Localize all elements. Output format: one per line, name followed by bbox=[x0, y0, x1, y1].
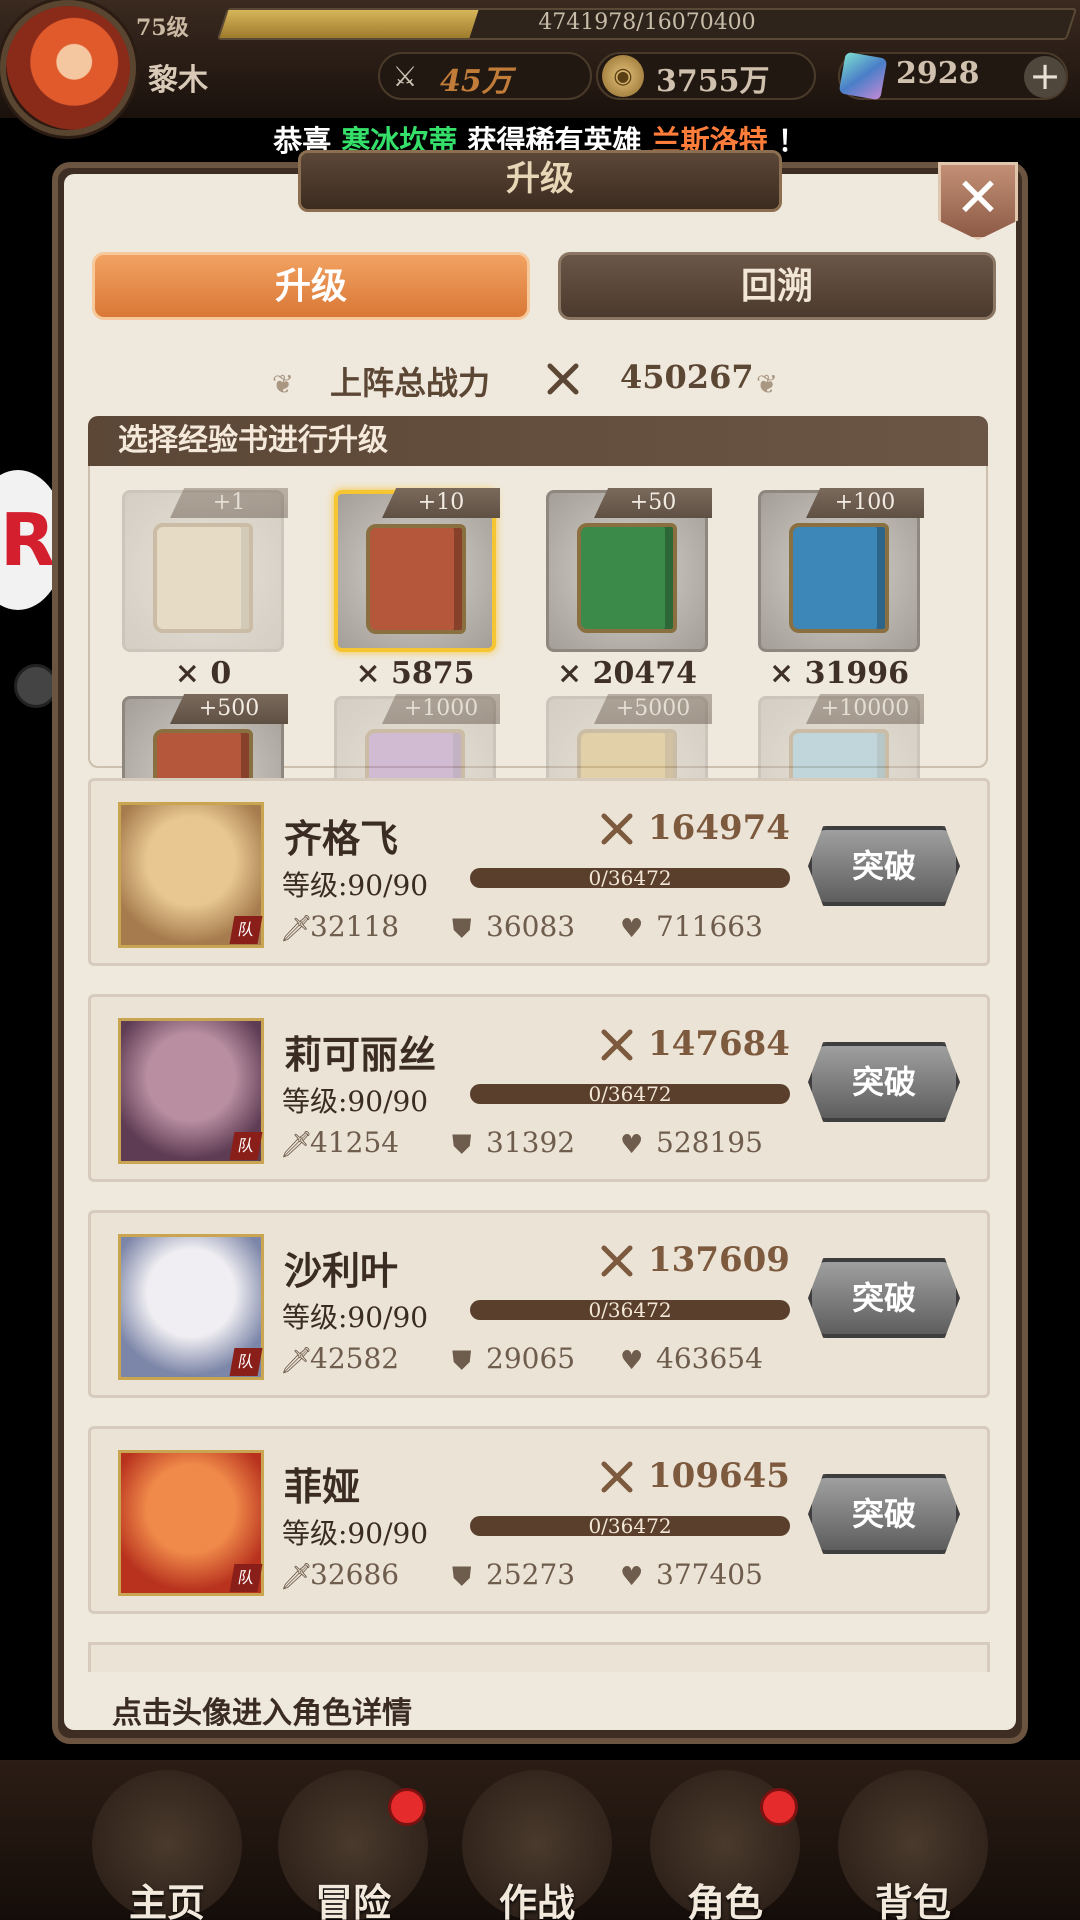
player-name: 黎木 bbox=[148, 63, 208, 98]
ornament-left-icon: ❦ bbox=[272, 370, 294, 400]
player-avatar[interactable] bbox=[0, 0, 136, 136]
sword-icon: 🗡 bbox=[280, 1346, 314, 1376]
team-tag: 队 bbox=[229, 1348, 263, 1376]
shield-icon: ⛊ bbox=[452, 1562, 472, 1592]
book-icon bbox=[789, 523, 889, 633]
crossed-swords-icon bbox=[547, 363, 579, 395]
exp-book-count: × 5875 bbox=[355, 656, 475, 691]
tab-revert[interactable]: 回溯 bbox=[558, 252, 996, 320]
hero-stat-def: 25273 bbox=[486, 1558, 576, 1591]
exp-book-badge: +500 bbox=[170, 694, 288, 724]
exp-book-badge: +100 bbox=[806, 488, 924, 518]
hero-stat-def: 31392 bbox=[486, 1126, 576, 1159]
nav-label: 背包 bbox=[874, 1881, 951, 1920]
exp-book-badge: +50 bbox=[594, 488, 712, 518]
crossed-swords-icon bbox=[601, 1461, 633, 1493]
exp-book-badge: +10 bbox=[382, 488, 500, 518]
break-button[interactable]: 突破 bbox=[808, 1042, 960, 1122]
panel-title: 升级 bbox=[298, 150, 782, 212]
hero-stat-hp: 711663 bbox=[656, 910, 763, 943]
book-icon bbox=[366, 524, 466, 634]
gold-value: 3755万 bbox=[656, 64, 770, 99]
break-button[interactable]: 突破 bbox=[808, 826, 960, 906]
gem-icon bbox=[838, 51, 888, 101]
hero-power: 109645 bbox=[648, 1456, 790, 1496]
gem-value: 2928 bbox=[896, 56, 980, 91]
exp-book-count: × 20474 bbox=[557, 656, 697, 691]
hero-exp-text: 0/36472 bbox=[588, 866, 672, 890]
sword-icon: 🗡 bbox=[280, 1562, 314, 1592]
tab-upgrade[interactable]: 升级 bbox=[92, 252, 530, 320]
exp-book-badge: +5000 bbox=[594, 694, 712, 724]
hero-exp-text: 0/36472 bbox=[588, 1514, 672, 1538]
hero-power: 147684 bbox=[648, 1024, 790, 1064]
exp-book-count: × 0 bbox=[174, 656, 232, 691]
book-icon bbox=[577, 523, 677, 633]
exp-book-header: 选择经验书进行升级 bbox=[88, 416, 988, 466]
team-tag: 队 bbox=[229, 1132, 263, 1160]
hero-name: 齐格飞 bbox=[284, 817, 399, 861]
notification-dot-icon bbox=[760, 1788, 798, 1826]
player-level: 75级 bbox=[136, 15, 189, 41]
hero-level: 等级:90/90 bbox=[282, 1301, 429, 1334]
hero-stat-def: 29065 bbox=[486, 1342, 576, 1375]
book-icon bbox=[153, 523, 253, 633]
crossed-swords-icon bbox=[601, 813, 633, 845]
power-value: 45万 bbox=[440, 64, 512, 99]
team-tag: 队 bbox=[229, 1564, 263, 1592]
hero-stat-atk: 32118 bbox=[310, 910, 400, 943]
hero-card-partial bbox=[88, 1642, 990, 1672]
heart-icon: ♥ bbox=[620, 914, 644, 944]
hero-name: 莉可丽丝 bbox=[284, 1033, 437, 1077]
shield-icon: ⛊ bbox=[452, 1130, 472, 1160]
add-gems-button[interactable]: + bbox=[1024, 56, 1066, 98]
hero-power: 164974 bbox=[648, 808, 790, 848]
announcement-suffix: ！ bbox=[777, 124, 807, 158]
hero-name: 沙利叶 bbox=[284, 1249, 399, 1293]
sword-icon: 🗡 bbox=[280, 1130, 314, 1160]
team-power-label: 上阵总战力 bbox=[330, 364, 491, 402]
nav-label: 角色 bbox=[686, 1881, 763, 1920]
coin-icon: ◉ bbox=[602, 55, 644, 97]
hero-stat-atk: 41254 bbox=[310, 1126, 400, 1159]
shield-icon: ⛊ bbox=[452, 1346, 472, 1376]
shield-icon: ⛊ bbox=[452, 914, 472, 944]
hero-stat-atk: 32686 bbox=[310, 1558, 400, 1591]
hero-exp-text: 0/36472 bbox=[588, 1082, 672, 1106]
hero-stat-def: 36083 bbox=[486, 910, 576, 943]
hero-name: 菲娅 bbox=[284, 1465, 361, 1509]
hero-level: 等级:90/90 bbox=[282, 1085, 429, 1118]
team-power-value: 450267 bbox=[620, 358, 754, 396]
team-tag: 队 bbox=[229, 916, 263, 944]
sword-icon: 🗡 bbox=[280, 914, 314, 944]
footnote-hint: 点击头像进入角色详情 bbox=[112, 1696, 412, 1731]
swords-icon: ⚔ bbox=[392, 59, 418, 93]
notification-dot-icon bbox=[388, 1788, 426, 1826]
hero-level: 等级:90/90 bbox=[282, 869, 429, 902]
hero-stat-hp: 528195 bbox=[656, 1126, 763, 1159]
hero-stat-hp: 377405 bbox=[656, 1558, 763, 1591]
exp-book-badge: +1000 bbox=[382, 694, 500, 724]
exp-book-badge: +1 bbox=[170, 488, 288, 518]
heart-icon: ♥ bbox=[620, 1130, 644, 1160]
break-button[interactable]: 突破 bbox=[808, 1258, 960, 1338]
nav-label: 作战 bbox=[498, 1881, 575, 1920]
crossed-swords-icon bbox=[601, 1245, 633, 1277]
break-button[interactable]: 突破 bbox=[808, 1474, 960, 1554]
hero-stat-hp: 463654 bbox=[656, 1342, 763, 1375]
exp-book-badge: +10000 bbox=[806, 694, 924, 724]
hero-level: 等级:90/90 bbox=[282, 1517, 429, 1550]
heart-icon: ♥ bbox=[620, 1562, 644, 1592]
nav-label: 主页 bbox=[128, 1881, 205, 1920]
xp-text: 4741978/16070400 bbox=[538, 10, 756, 35]
hero-stat-atk: 42582 bbox=[310, 1342, 400, 1375]
ornament-right-icon: ❦ bbox=[756, 370, 778, 400]
hero-power: 137609 bbox=[648, 1240, 790, 1280]
hero-exp-text: 0/36472 bbox=[588, 1298, 672, 1322]
nav-label: 冒险 bbox=[314, 1881, 391, 1920]
heart-icon: ♥ bbox=[620, 1346, 644, 1376]
exp-book-count: × 31996 bbox=[769, 656, 909, 691]
crossed-swords-icon bbox=[601, 1029, 633, 1061]
